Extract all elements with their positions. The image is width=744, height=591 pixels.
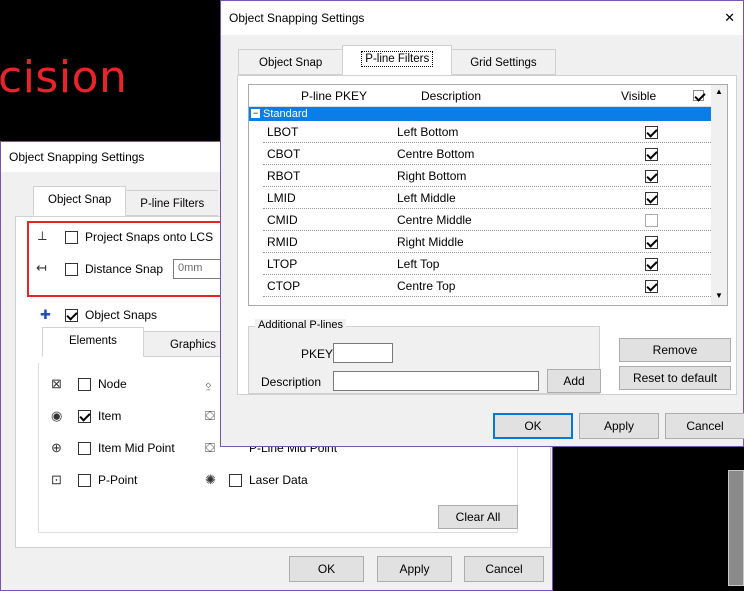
p-line-filters-panel: P-line PKEY Description Visible − Standa… [237,75,737,395]
project-snaps-label: Project Snaps onto LCS [85,230,214,244]
node-snap-icon: ⊠ [51,376,62,391]
subtab-elements[interactable]: Elements [42,327,144,357]
object-snaps-subtabs: Elements Graphics [42,327,243,357]
distance-snap-icon: ↤ [36,260,47,275]
back-ok-button[interactable]: OK [289,556,364,582]
item-checkbox[interactable] [78,410,91,423]
reset-to-default-button[interactable]: Reset to default [619,366,731,390]
visible-checkbox[interactable] [645,236,658,249]
pkey-label: PKEY [301,347,334,361]
distance-snap-checkbox[interactable] [65,263,78,276]
close-icon[interactable]: ✕ [724,10,735,26]
project-snaps-checkbox[interactable] [65,231,78,244]
node-checkbox[interactable] [78,378,91,391]
visible-checkbox[interactable] [645,148,658,161]
visible-checkbox[interactable] [645,170,658,183]
object-snaps-label: Object Snaps [85,308,158,322]
p-point-icon: ⊡ [51,472,62,487]
object-snaps-checkbox[interactable] [65,309,78,322]
laser-data-label: Laser Data [249,473,308,487]
scroll-up-icon[interactable]: ▲ [715,87,723,96]
background-window-edge [728,470,744,586]
front-cancel-button[interactable]: Cancel [665,413,744,439]
item-mid-point-icon: ⊕ [51,440,62,455]
col-visible-header[interactable]: Visible [621,89,656,103]
p-line-grid: P-line PKEY Description Visible − Standa… [248,84,728,306]
tab-object-snap[interactable]: Object Snap [33,186,127,216]
table-row[interactable]: CBOT Centre Bottom [263,143,711,165]
collapse-icon[interactable]: − [251,109,260,118]
tab-p-line-filters-front[interactable]: P-line Filters [342,45,453,75]
visible-checkbox[interactable] [645,192,658,205]
dialog-title: Object Snapping Settings [9,150,145,164]
item-snap-icon: ◉ [51,408,63,423]
table-row[interactable]: LBOT Left Bottom [263,121,711,143]
visible-checkbox[interactable] [645,126,658,139]
laser-data-icon: ✺ [205,472,216,487]
slide-title: cision [0,52,128,103]
visible-checkbox[interactable] [645,280,658,293]
group-standard-row[interactable]: − Standard [249,107,711,121]
scroll-down-icon[interactable]: ▼ [715,291,723,300]
graphics-snap-icon: ⛋ [205,408,215,423]
table-row[interactable]: LTOP Left Top [263,253,711,275]
item-mid-point-label: Item Mid Point [98,441,175,455]
tab-grid-settings[interactable]: Grid Settings [451,49,556,75]
project-snaps-icon: ⟂ [38,228,47,243]
description-label: Description [261,375,322,389]
grid-header: P-line PKEY Description Visible [249,85,727,107]
back-apply-button[interactable]: Apply [377,556,452,582]
visible-checkbox[interactable] [645,214,658,227]
visible-all-checkbox[interactable] [693,90,704,101]
table-row[interactable]: LMID Left Middle [263,187,711,209]
pkey-input[interactable] [333,343,393,363]
front-titlebar: Object Snapping Settings ✕ [221,1,743,35]
front-ok-button[interactable]: OK [493,413,573,439]
col-pkey-header[interactable]: P-line PKEY [301,89,367,103]
add-button[interactable]: Add [547,369,601,393]
table-row[interactable]: RMID Right Middle [263,231,711,253]
p-point-label: P-Point [98,473,138,487]
remove-button[interactable]: Remove [619,338,731,362]
tab-bar: Object Snap P-line Filters [33,186,219,216]
object-snapping-dialog-front: Object Snapping Settings ✕ Object Snap P… [220,0,744,447]
description-input[interactable] [333,371,539,391]
col-description-header[interactable]: Description [421,89,481,103]
front-tab-bar: Object Snap P-line Filters Grid Settings [238,45,556,75]
table-row[interactable]: RBOT Right Bottom [263,165,711,187]
laser-data-checkbox[interactable] [229,474,242,487]
table-row[interactable]: CMID Centre Middle [263,209,711,231]
grid-scrollbar[interactable]: ▲ ▼ [711,85,727,305]
distance-snap-field[interactable]: 0mm [173,259,223,279]
visible-checkbox[interactable] [645,258,658,271]
p-point-checkbox[interactable] [78,474,91,487]
additional-p-lines-title: Additional P-lines [255,319,346,331]
item-label: Item [98,409,122,423]
p-line-mid-point-icon: ⛋ [205,440,215,455]
front-apply-button[interactable]: Apply [579,413,659,439]
table-row[interactable]: CTOP Centre Top [263,275,711,297]
item-mid-point-checkbox[interactable] [78,442,91,455]
back-cancel-button[interactable]: Cancel [464,556,544,582]
tab-p-line-filters[interactable]: P-line Filters [125,190,219,216]
distance-snap-label: Distance Snap [85,262,164,276]
clear-all-button[interactable]: Clear All [438,505,518,529]
tab-object-snap-front[interactable]: Object Snap [238,49,344,75]
front-dialog-title: Object Snapping Settings [229,11,365,25]
object-snaps-icon: ✚ [40,307,51,322]
p-line-icon: ⍚ [205,376,213,391]
node-label: Node [98,377,127,391]
additional-p-lines-group: Additional P-lines PKEY Description Add [248,319,601,394]
